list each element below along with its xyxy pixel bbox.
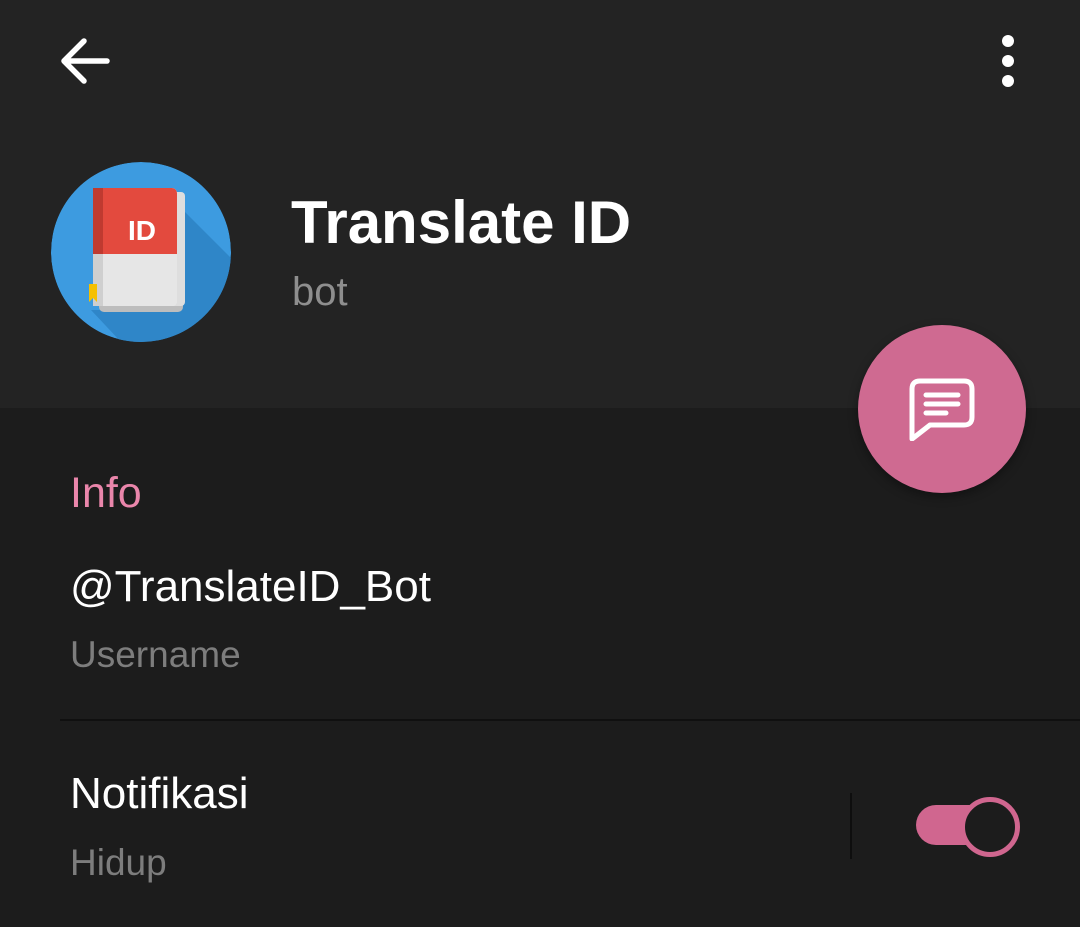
notification-label[interactable]: Notifikasi (70, 767, 249, 821)
notification-status: Hidup (70, 842, 167, 883)
profile-name: Translate ID (291, 189, 632, 256)
more-options-button[interactable] (976, 26, 1040, 96)
book-icon: ID (51, 162, 231, 342)
more-vertical-icon (1002, 35, 1014, 87)
toggle-knob (960, 797, 1020, 857)
notification-toggle[interactable] (914, 796, 1020, 857)
arrow-left-icon (61, 38, 110, 84)
profile-status: bot (292, 270, 348, 314)
bot-profile-screen: ID Translate ID bot Info @TranslateID_Bo… (0, 0, 1080, 927)
username-value[interactable]: @TranslateID_Bot (70, 560, 431, 614)
message-icon (909, 378, 975, 441)
avatar[interactable]: ID (51, 162, 231, 342)
send-message-button[interactable] (858, 325, 1026, 493)
avatar-badge-text: ID (128, 215, 156, 246)
username-label: Username (70, 634, 241, 675)
back-button[interactable] (46, 26, 122, 96)
toggle-divider (850, 793, 852, 859)
row-divider (60, 719, 1080, 721)
info-section-title: Info (70, 469, 142, 517)
